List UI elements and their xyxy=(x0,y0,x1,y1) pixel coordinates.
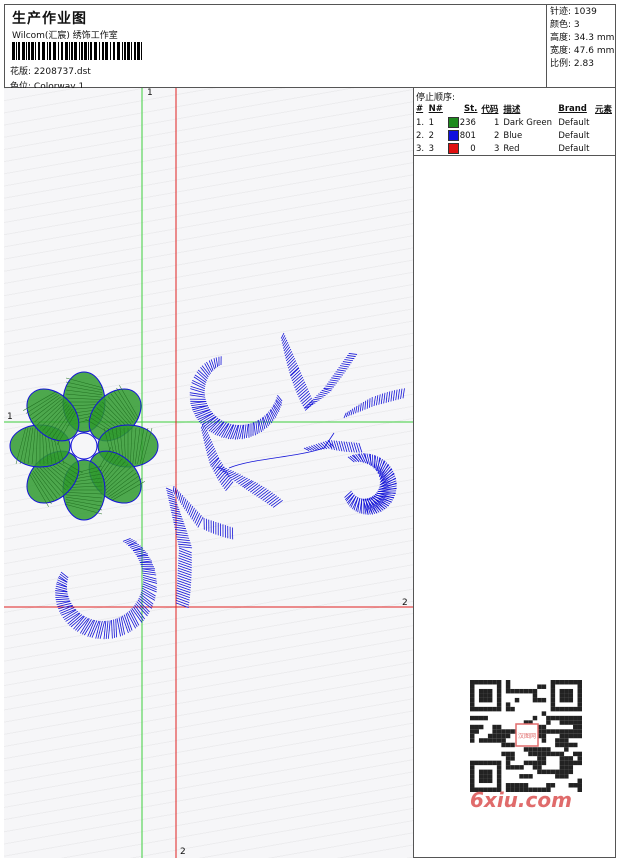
studio-name: Wilcom(汇宸) 绣饰工作室 xyxy=(12,31,118,41)
qr-badge: 汉图网 xyxy=(518,732,536,740)
design-canvas[interactable]: 1 1 2 2 xyxy=(4,88,414,858)
height-value: 34.3 mm xyxy=(573,33,615,43)
width-row: 宽度: 47.6 mm xyxy=(550,46,615,56)
col-code: 代码 xyxy=(481,105,499,115)
col-stitches: St. xyxy=(463,104,478,114)
color-swatch-red xyxy=(447,143,459,154)
color-count-row: 颜色: 3 xyxy=(550,20,580,30)
color-swatch-green xyxy=(447,117,459,128)
ratio-row: 比例: 2.83 xyxy=(550,59,594,69)
watermark-logo: 6xiu.com xyxy=(470,788,572,812)
design-name-row: 花版: 2208737.dst xyxy=(10,64,91,77)
height-row: 高度: 34.3 mm xyxy=(550,33,615,43)
barcode xyxy=(12,42,142,60)
table-row[interactable]: 3. 3 0 3 Red Default xyxy=(414,142,615,155)
red-axis-label-bottom: 2 xyxy=(180,847,186,857)
col-needle: N# xyxy=(428,104,443,114)
col-element: 元素 xyxy=(594,105,612,115)
red-axis-label-right: 2 xyxy=(402,598,408,608)
green-axis-label-top: 1 xyxy=(147,88,153,98)
stop-sequence-title: 停止顺序: xyxy=(416,93,456,103)
header-panel: 生产作业图 Wilcom(汇宸) 绣饰工作室 花版: 2208737.dst 色… xyxy=(4,4,547,92)
color-swatch-blue xyxy=(447,130,459,141)
page-title: 生产作业图 xyxy=(12,11,87,27)
table-row[interactable]: 2. 2 801 2 Blue Default xyxy=(414,129,615,142)
stitch-count: 1039 xyxy=(573,7,597,17)
ratio-value: 2.83 xyxy=(573,59,594,69)
col-description: 描述 xyxy=(503,105,521,115)
table-row[interactable]: 1. 1 236 1 Dark Green Default xyxy=(414,116,615,129)
stop-table-header: # N# St. 代码 描述 Brand 元素 xyxy=(414,102,615,116)
green-flower xyxy=(9,371,159,521)
width-value: 47.6 mm xyxy=(573,46,615,56)
green-axis-label-left: 1 xyxy=(7,412,13,422)
col-index: # xyxy=(416,104,424,114)
design-name: 2208737.dst xyxy=(33,67,91,77)
stop-sequence-table: # N# St. 代码 描述 Brand 元素 1. 1 236 1 Dark … xyxy=(414,102,615,155)
color-count: 3 xyxy=(573,20,580,30)
design-info-panel: 针迹: 1039 颜色: 3 高度: 34.3 mm 宽度: 47.6 mm 比… xyxy=(547,4,616,88)
design-label: 花版: xyxy=(10,67,32,77)
col-brand: Brand xyxy=(558,104,587,114)
embroidery-preview xyxy=(4,88,413,858)
stitch-count-row: 针迹: 1039 xyxy=(550,7,597,17)
